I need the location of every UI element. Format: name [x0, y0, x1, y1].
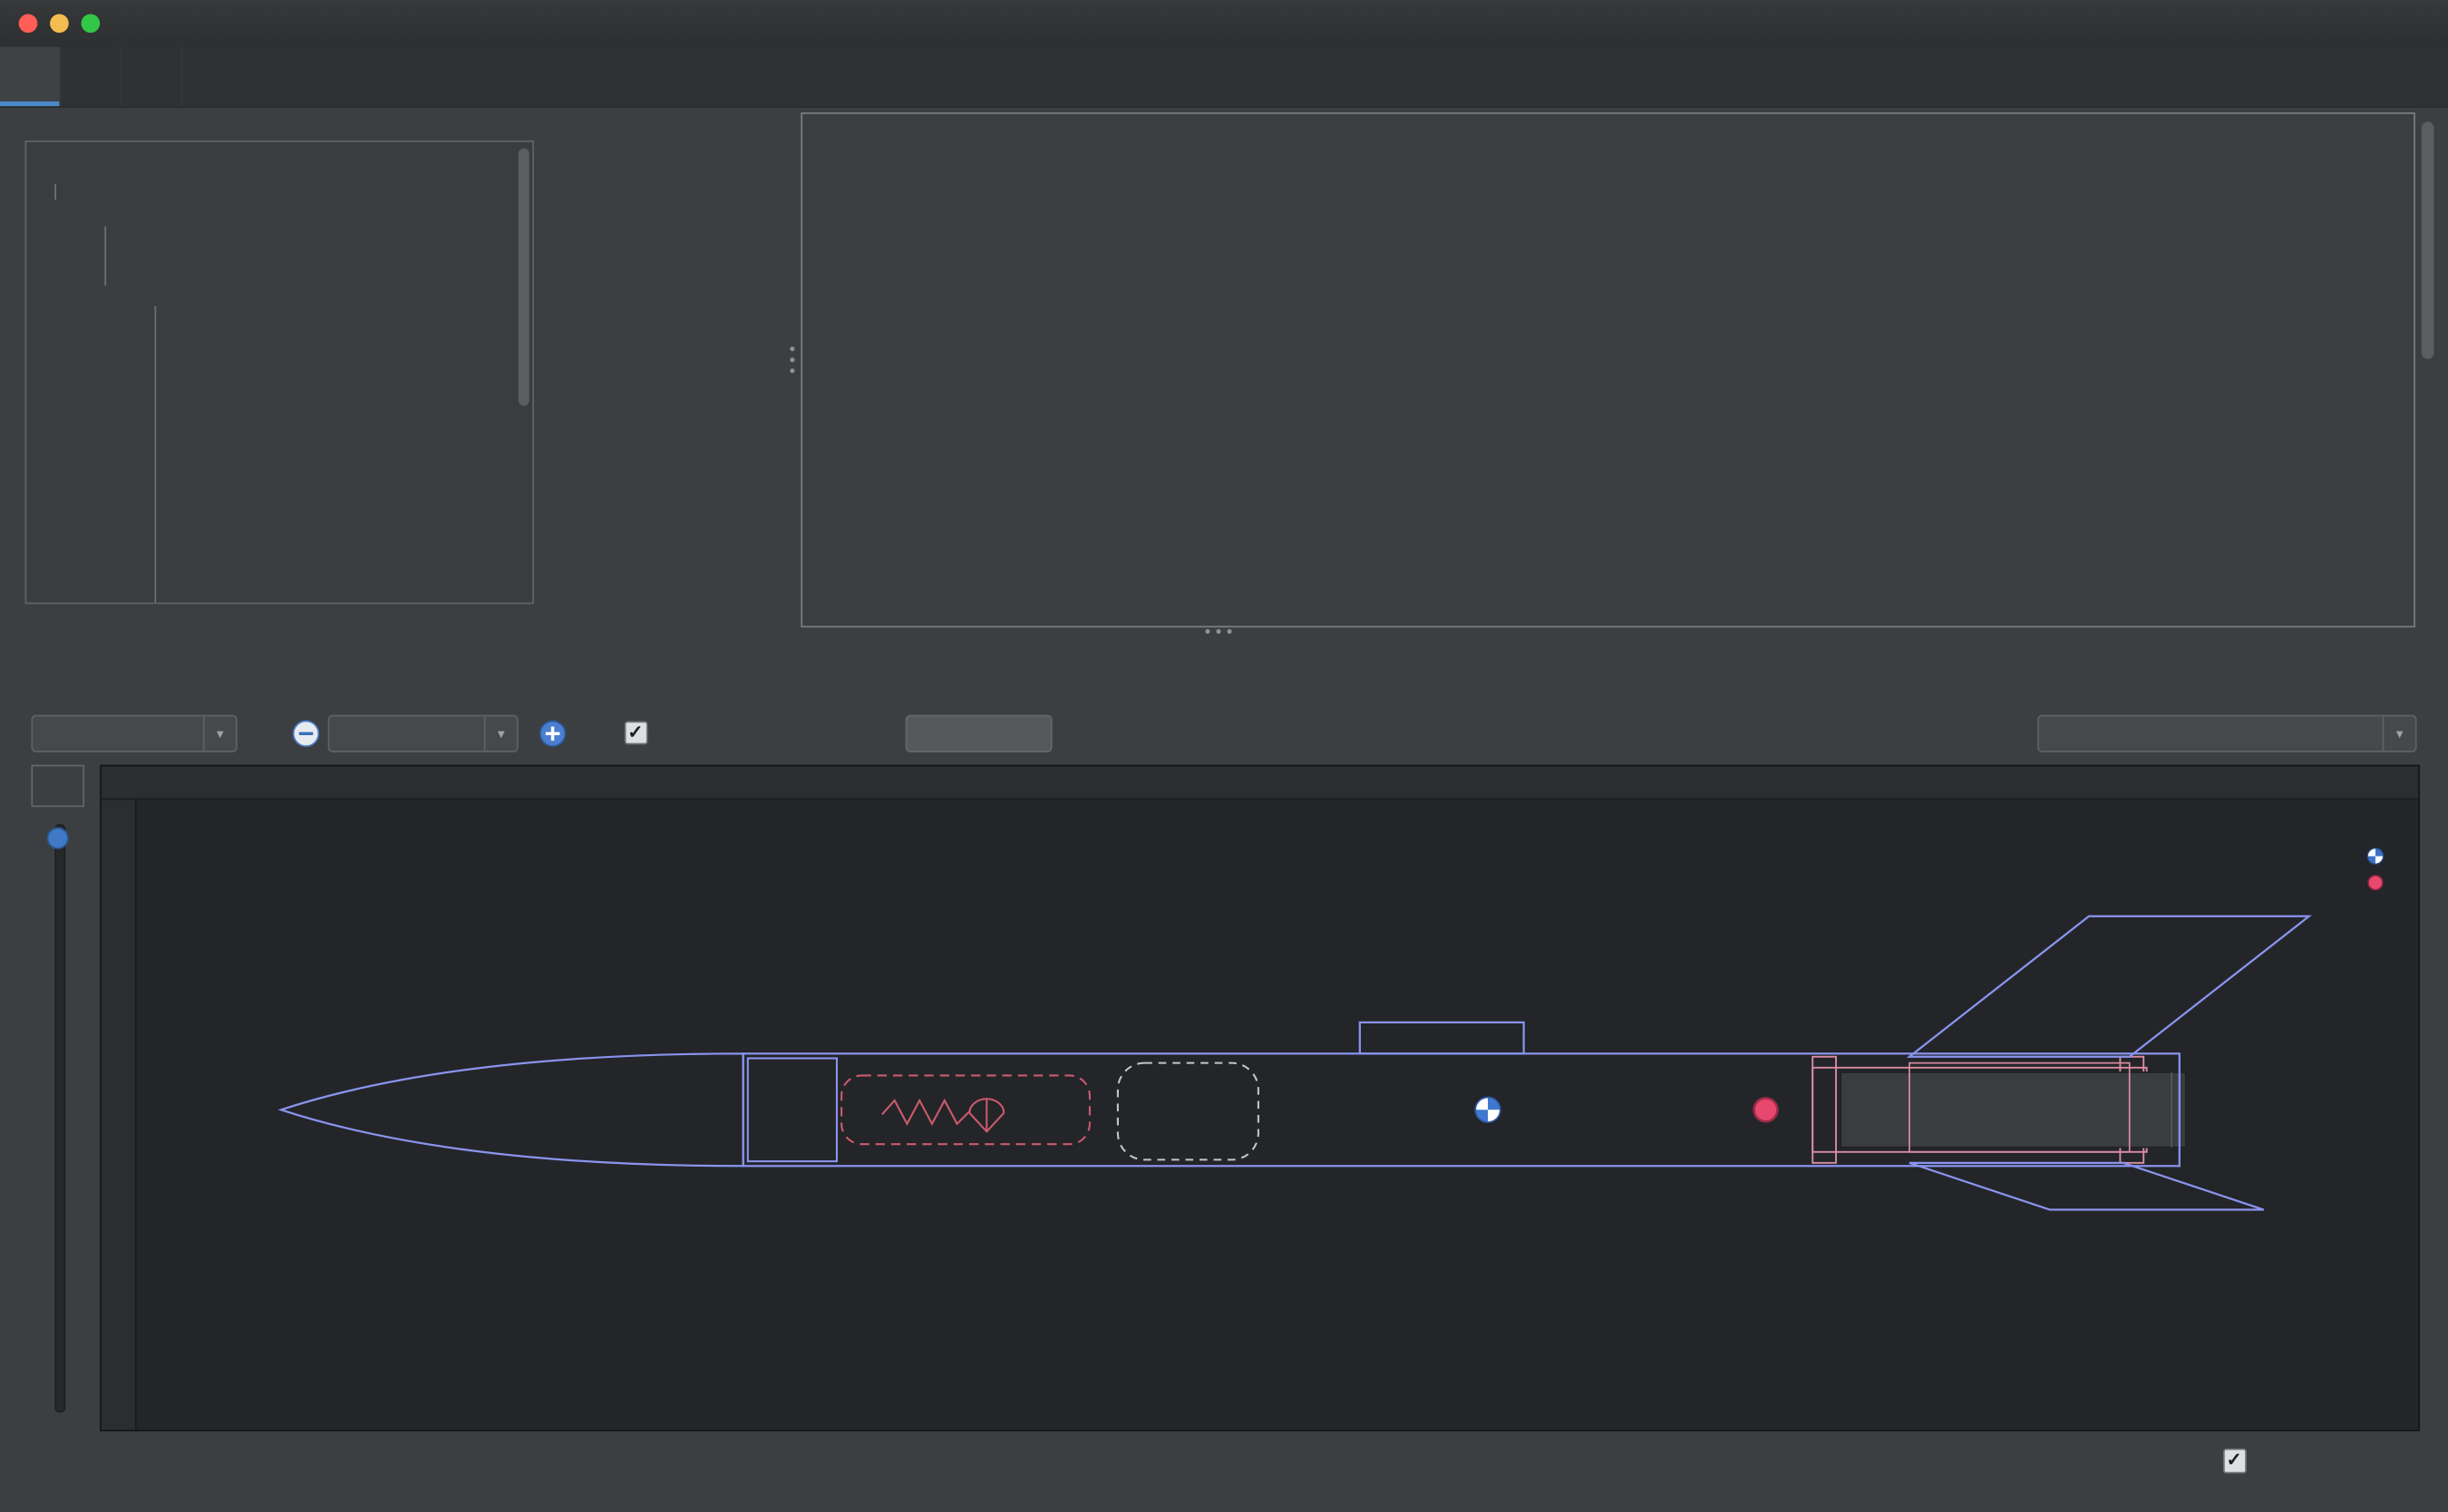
tree-scrollbar[interactable] [519, 149, 529, 406]
horizontal-splitter-handle[interactable] [1205, 629, 1231, 634]
show-warnings-checkbox[interactable] [2223, 1449, 2258, 1474]
screenshot-root [0, 0, 2448, 1512]
checkbox-icon [2223, 1449, 2247, 1474]
nose-shoulder-outline [748, 1058, 837, 1161]
tab-flight-simulations[interactable] [121, 47, 182, 106]
component-tree [25, 141, 534, 604]
tree-guide-line [154, 306, 156, 605]
parachute-outline [841, 1075, 1090, 1144]
cp-icon [2366, 875, 2384, 892]
zoom-select[interactable] [328, 715, 519, 752]
rocket-view[interactable] [100, 765, 2420, 1431]
tab-rocket-design[interactable] [0, 47, 61, 106]
openrocket-window [0, 0, 2448, 1512]
fin-lower [1909, 1163, 2264, 1210]
show-cg-cp-checkbox[interactable] [625, 722, 659, 745]
chevron-down-icon [203, 716, 236, 751]
tab-bar [0, 47, 2448, 108]
nose-cone-outline [281, 1053, 743, 1166]
titlebar [0, 0, 2448, 48]
zoom-out-button[interactable] [292, 720, 320, 748]
add-component-content [802, 114, 2414, 626]
tab-motors-configuration[interactable] [61, 47, 121, 106]
stability-readout [2366, 815, 2393, 925]
add-component-panel [801, 112, 2414, 627]
rotation-slider-track[interactable] [54, 824, 65, 1412]
tree-guide-line [104, 227, 106, 286]
cg-icon [2366, 848, 2384, 865]
checkbox-icon [625, 722, 648, 745]
rocket-canvas [102, 766, 2418, 1430]
vertical-splitter-handle[interactable] [790, 346, 794, 373]
chevron-down-icon [2383, 716, 2415, 751]
cp-marker [1754, 1098, 1778, 1121]
window-scrollbar[interactable] [2422, 121, 2434, 359]
design-area [0, 106, 2448, 655]
motor [1841, 1072, 2186, 1148]
rocket-drawing [281, 916, 2309, 1210]
cg-marker [1475, 1098, 1501, 1123]
action-buttons [542, 106, 765, 655]
fin-upper [1909, 916, 2309, 1057]
rotation-slider-knob[interactable] [47, 828, 69, 849]
view-toolbar [0, 655, 2448, 765]
stage-sustainer-toggle[interactable] [906, 715, 1053, 752]
zoom-in-button[interactable] [539, 720, 567, 748]
centering-ring-outline [1812, 1057, 1836, 1163]
flight-configuration-select[interactable] [2037, 715, 2416, 752]
launch-lug-outline [1360, 1023, 1524, 1053]
parachute-symbol [969, 1099, 1004, 1131]
chevron-down-icon [484, 716, 517, 751]
tree-guide-line [54, 184, 56, 199]
view-type-select[interactable] [31, 715, 237, 752]
shock-cord-line [882, 1100, 969, 1124]
wadding-outline [1118, 1063, 1258, 1160]
rotation-angle-readout [31, 765, 84, 807]
